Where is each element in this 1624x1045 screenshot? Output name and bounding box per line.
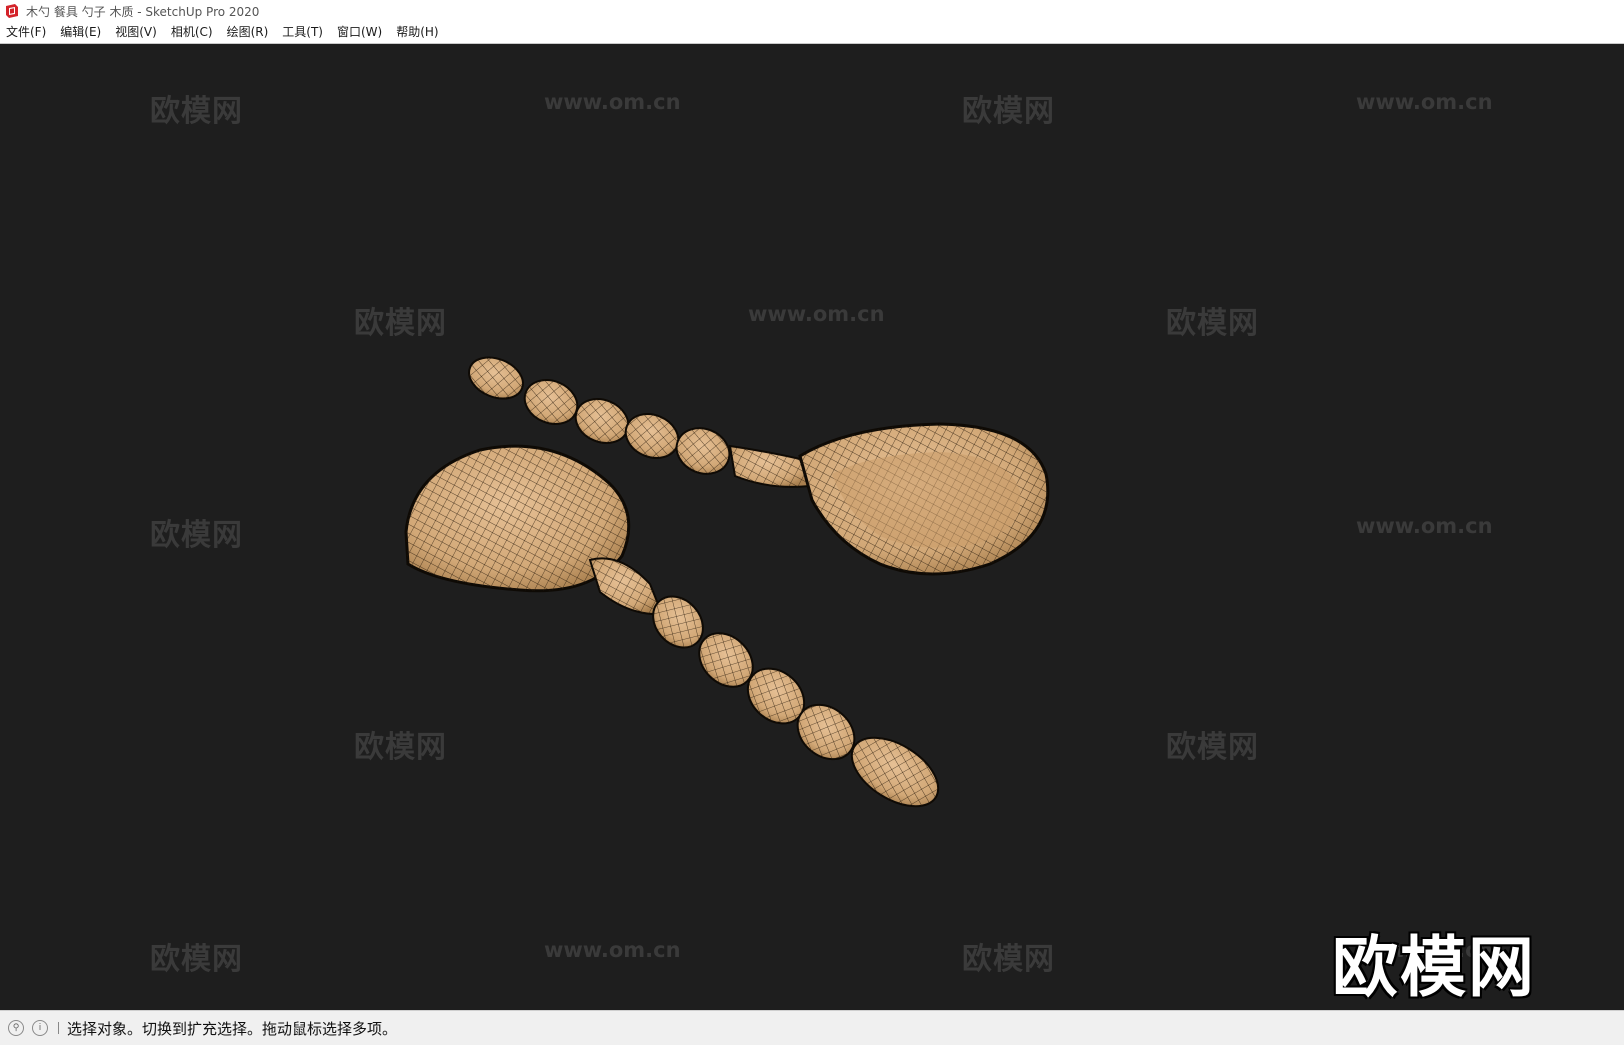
menu-draw[interactable]: 绘图(R)	[220, 22, 276, 43]
title-bar: 木勺 餐具 勺子 木质 - SketchUp Pro 2020	[0, 0, 1624, 22]
status-divider	[58, 1022, 59, 1034]
menu-help[interactable]: 帮助(H)	[389, 22, 445, 43]
status-message: 选择对象。切换到扩充选择。拖动鼠标选择多项。	[67, 1019, 398, 1038]
menu-window[interactable]: 窗口(W)	[330, 22, 389, 43]
sketchup-logo-icon	[6, 4, 18, 18]
drawing-viewport[interactable]: 欧模网 www.om.cn 欧模网 www.om.cn 欧模网 www.om.c…	[0, 44, 1624, 1010]
spoon-lower-handle	[588, 557, 940, 808]
menu-camera[interactable]: 相机(C)	[164, 22, 220, 43]
info-icon[interactable]: i	[32, 1020, 48, 1036]
geo-location-icon[interactable]: ⚲	[8, 1020, 24, 1036]
menu-tools[interactable]: 工具(T)	[275, 22, 330, 43]
menu-bar: 文件(F) 编辑(E) 视图(V) 相机(C) 绘图(R) 工具(T) 窗口(W…	[0, 22, 1624, 44]
spoon-upper-bowl	[798, 422, 1050, 576]
brand-watermark: 欧模网	[1332, 929, 1536, 1006]
menu-edit[interactable]: 编辑(E)	[53, 22, 108, 43]
menu-view[interactable]: 视图(V)	[108, 22, 164, 43]
model-canvas[interactable]	[0, 44, 1624, 1010]
window-title: 木勺 餐具 勺子 木质 - SketchUp Pro 2020	[26, 4, 260, 19]
status-bar: ⚲ i 选择对象。切换到扩充选择。拖动鼠标选择多项。	[0, 1010, 1624, 1045]
menu-file[interactable]: 文件(F)	[0, 22, 53, 43]
